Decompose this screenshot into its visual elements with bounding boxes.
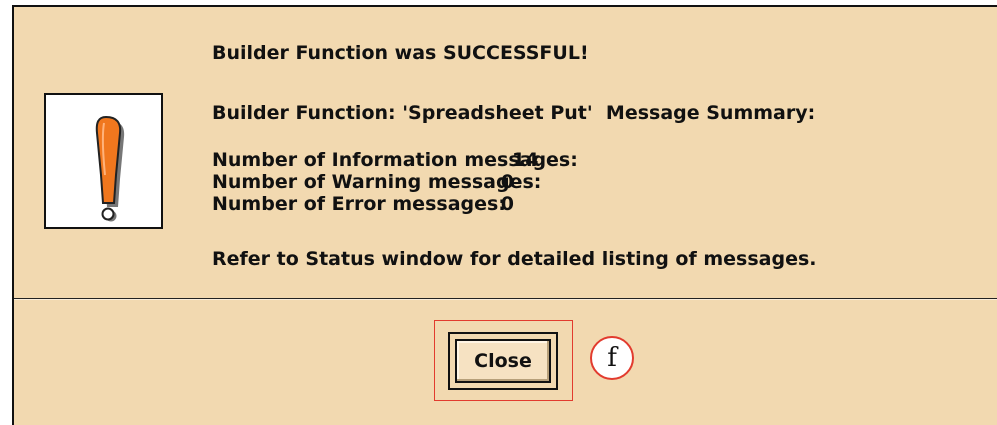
status-window-note: Refer to Status window for detailed list… <box>212 248 817 270</box>
warning-count-value: 0 <box>500 171 514 193</box>
error-count-label: Number of Error messages: <box>212 193 506 215</box>
exclamation-warning-icon <box>95 115 125 222</box>
annotation-marker: f <box>590 336 634 380</box>
error-count-value: 0 <box>500 193 514 215</box>
dialog-divider <box>14 298 997 300</box>
close-button-label[interactable]: Close <box>455 339 551 383</box>
summary-heading: Builder Function: 'Spreadsheet Put' Mess… <box>212 102 816 124</box>
info-count-value: 14 <box>512 149 539 171</box>
close-button[interactable]: Close <box>448 332 558 390</box>
success-message: Builder Function was SUCCESSFUL! <box>212 42 589 64</box>
warning-icon-frame <box>44 93 163 229</box>
